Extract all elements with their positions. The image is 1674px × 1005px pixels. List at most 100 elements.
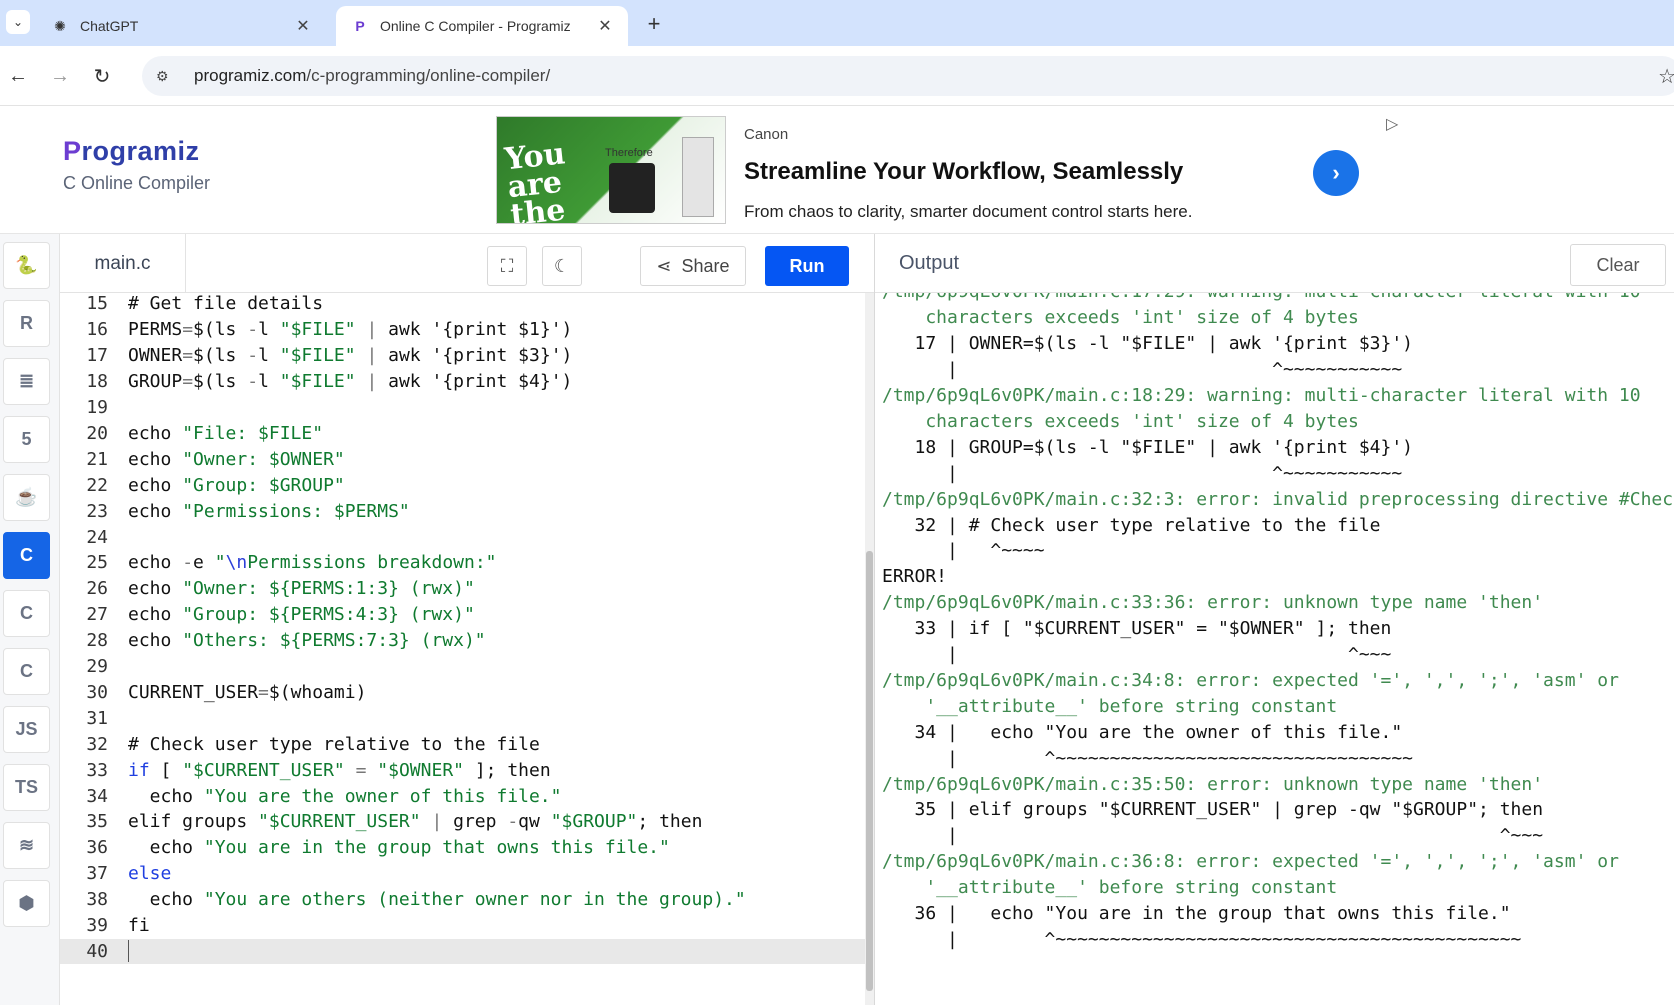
- browser-tab-programiz[interactable]: P Online C Compiler - Programiz ✕: [336, 6, 628, 46]
- run-button[interactable]: Run: [765, 246, 849, 286]
- site-header: Programiz C Online Compiler You are the …: [0, 106, 1674, 234]
- moon-icon: ☾: [553, 255, 571, 276]
- code-line[interactable]: 19: [60, 395, 865, 421]
- code-line[interactable]: 24: [60, 524, 865, 550]
- cpp-icon: C: [20, 603, 33, 623]
- share-button[interactable]: ⋖ Share: [640, 246, 746, 286]
- c-icon: C: [20, 545, 33, 565]
- browser-tab-chatgpt[interactable]: ✺ ChatGPT ✕: [36, 6, 326, 46]
- code-line[interactable]: 35 elif groups "$CURRENT_USER" | grep -qw…: [60, 809, 865, 835]
- language-ts-button[interactable]: TS: [3, 764, 50, 811]
- output-line: | ^~~~~: [882, 540, 1045, 562]
- line-number: 18: [86, 371, 108, 393]
- adchoices-icon[interactable]: ▷: [1386, 114, 1398, 134]
- output-line: 32 | # Check user type relative to the f…: [882, 514, 1381, 536]
- url-input[interactable]: ⚙ programiz.com/c-programming/online-com…: [142, 56, 1674, 96]
- code-line[interactable]: 40: [60, 938, 865, 965]
- language-java-button[interactable]: ☕: [3, 474, 50, 521]
- html-icon: 5: [21, 429, 32, 449]
- line-number: 33: [86, 759, 108, 781]
- code-line[interactable]: 16 PERMS=$(ls -l "$FILE" | awk '{print $1…: [60, 317, 865, 343]
- code-line[interactable]: 15 # Get file details: [60, 293, 865, 317]
- editor-scrollbar[interactable]: [865, 293, 874, 1005]
- language-html-button[interactable]: 5: [3, 416, 50, 463]
- output-line: 18 | GROUP=$(ls -l "$FILE" | awk '{print…: [882, 436, 1414, 458]
- address-bar: ← → ↻ ⚙ programiz.com/c-programming/onli…: [0, 46, 1674, 106]
- editor-scroll-thumb[interactable]: [866, 551, 873, 991]
- code-editor[interactable]: 15 # Get file details 16 PERMS=$(ls -l "$FI…: [60, 293, 874, 1005]
- file-tab-main-c[interactable]: main.c: [60, 234, 186, 293]
- back-button[interactable]: ←: [4, 62, 32, 90]
- code-line[interactable]: 20 echo "File: $FILE": [60, 421, 865, 447]
- code-line[interactable]: 31: [60, 705, 865, 731]
- language-python-button[interactable]: 🐍: [3, 242, 50, 289]
- sql-icon: ≣: [18, 371, 35, 391]
- language-r-button[interactable]: R: [3, 300, 50, 347]
- code-line[interactable]: 39 fi: [60, 913, 865, 939]
- code-line[interactable]: 36 echo "You are in the group that owns …: [60, 835, 865, 861]
- code-line[interactable]: 29: [60, 654, 865, 680]
- code-line[interactable]: 34 echo "You are the owner of this file.…: [60, 783, 865, 809]
- code-text: GROUP=$(ls -l "$FILE" | awk '{print $4}'…: [128, 371, 573, 393]
- js-icon: JS: [15, 719, 38, 739]
- code-line[interactable]: 22 echo "Group: $GROUP": [60, 472, 865, 498]
- output-line: 34 | echo "You are the owner of this fil…: [882, 721, 1403, 743]
- swift-icon: ⬢: [18, 893, 35, 913]
- code-line[interactable]: 30 CURRENT_USER=$(whoami): [60, 680, 865, 706]
- language-cpp-button[interactable]: C: [3, 590, 50, 637]
- code-text: OWNER=$(ls -l "$FILE" | awk '{print $3}'…: [128, 345, 573, 367]
- new-tab-button[interactable]: +: [640, 10, 668, 38]
- line-number: 27: [86, 604, 108, 626]
- language-js-button[interactable]: JS: [3, 706, 50, 753]
- programiz-logo[interactable]: Programiz C Online Compiler: [63, 136, 210, 194]
- language-swift-button[interactable]: ⬢: [3, 880, 50, 927]
- ad-title[interactable]: Streamline Your Workflow, Seamlessly: [744, 158, 1183, 186]
- code-line[interactable]: 21 echo "Owner: $OWNER": [60, 446, 865, 472]
- code-text: echo "File: $FILE": [128, 422, 324, 444]
- ad-open-button[interactable]: ›: [1313, 150, 1359, 196]
- code-text: elif groups "$CURRENT_USER" | grep -qw "…: [128, 811, 703, 833]
- code-text: echo "Owner: $OWNER": [128, 448, 345, 470]
- chatgpt-icon: ✺: [54, 17, 66, 34]
- line-number: 28: [86, 630, 108, 652]
- expand-icon: ⛶: [500, 255, 514, 276]
- dark-mode-button[interactable]: ☾: [542, 246, 582, 286]
- output-line: | ^~~~~~~~~~~~~~~~~~~~~~~~~~~~~~~~~~~~~~…: [882, 928, 1522, 950]
- language-c-button[interactable]: C: [3, 532, 50, 579]
- site-settings-icon[interactable]: ⚙: [156, 68, 180, 85]
- code-line[interactable]: 38 echo "You are others (neither owner n…: [60, 887, 865, 913]
- code-line[interactable]: 28 echo "Others: ${PERMS:7:3} (rwx)": [60, 628, 865, 654]
- code-line[interactable]: 18 GROUP=$(ls -l "$FILE" | awk '{print $4…: [60, 369, 865, 395]
- copier-graphic: [682, 137, 714, 217]
- code-line[interactable]: 33 if [ "$CURRENT_USER" = "$OWNER" ]; the…: [60, 757, 865, 783]
- output-line: | ^~~~~~~~~~~~: [882, 462, 1403, 484]
- code-line[interactable]: 27 echo "Group: ${PERMS:4:3} (rwx)": [60, 602, 865, 628]
- close-icon[interactable]: ✕: [294, 16, 312, 36]
- code-line[interactable]: 17 OWNER=$(ls -l "$FILE" | awk '{print $3…: [60, 343, 865, 369]
- code-text: else: [128, 863, 172, 885]
- arrow-left-icon: ←: [8, 64, 28, 87]
- clear-button[interactable]: Clear: [1570, 244, 1666, 286]
- language-csharp-button[interactable]: C: [3, 648, 50, 695]
- tab-search-button[interactable]: ⌄: [6, 10, 30, 34]
- code-line[interactable]: 37 else: [60, 861, 865, 887]
- language-go-button[interactable]: ≋: [3, 822, 50, 869]
- ad-image-label: Therefore: [605, 147, 653, 159]
- code-line[interactable]: 25 echo -e "\nPermissions breakdown:": [60, 550, 865, 576]
- forward-button[interactable]: →: [46, 62, 74, 90]
- bookmark-star-icon[interactable]: ☆: [1658, 64, 1674, 89]
- ad-image[interactable]: You are the reason Therefore: [496, 116, 726, 224]
- chevron-right-icon: ›: [1332, 160, 1340, 185]
- language-sql-button[interactable]: ≣: [3, 358, 50, 405]
- url-path: /c-programming/online-compiler/: [306, 66, 551, 85]
- programiz-icon: P: [355, 18, 365, 34]
- fullscreen-button[interactable]: ⛶: [487, 246, 527, 286]
- code-text: # Get file details: [128, 293, 324, 315]
- output-line: /tmp/6p9qL6v0PK/main.c:17:29: warning: m…: [882, 293, 1641, 305]
- close-icon[interactable]: ✕: [596, 16, 614, 36]
- tab-title: Online C Compiler - Programiz: [380, 18, 571, 34]
- code-line[interactable]: 23 echo "Permissions: $PERMS": [60, 498, 865, 524]
- code-line[interactable]: 26 echo "Owner: ${PERMS:1:3} (rwx)": [60, 576, 865, 602]
- reload-button[interactable]: ↻: [88, 62, 116, 90]
- code-line[interactable]: 32 # Check user type relative to the file: [60, 731, 865, 757]
